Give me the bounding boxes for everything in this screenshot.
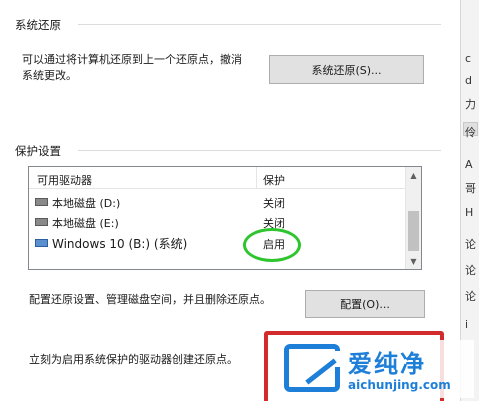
background-char: 伶 — [465, 126, 476, 139]
drive-protection-status: 关闭 — [263, 197, 285, 210]
drive-list[interactable]: 可用驱动器 保护 本地磁盘 (D:) 关闭 本地磁盘 (E:) 关闭 Windo… — [28, 166, 422, 270]
column-header-drives[interactable]: 可用驱动器 — [37, 172, 92, 188]
watermark-title: 爱纯净 — [348, 350, 426, 378]
background-char: d — [465, 74, 472, 87]
protection-settings-group-line — [78, 150, 441, 151]
background-char: 论 — [465, 264, 476, 277]
system-restore-group-title: 系统还原 — [15, 18, 61, 32]
system-restore-description-line2: 系统更改。 — [22, 69, 77, 82]
background-char: 论 — [465, 290, 476, 303]
column-header-separator[interactable] — [256, 167, 257, 189]
system-restore-button[interactable]: 系统还原(S)... — [269, 55, 424, 84]
scroll-up-icon[interactable]: ▲ — [406, 167, 421, 183]
background-char: 哥 — [465, 182, 476, 195]
system-drive-icon — [35, 239, 48, 247]
drive-name: 本地磁盘 (D:) — [52, 197, 121, 210]
hard-drive-icon — [35, 198, 48, 206]
system-restore-description-line1: 可以通过将计算机还原到上一个还原点，撤消 — [22, 53, 242, 66]
drive-name: 本地磁盘 (E:) — [52, 217, 119, 230]
background-char: c — [465, 52, 472, 65]
background-char: 论 — [465, 238, 476, 251]
watermark-url: aichunjing.com — [348, 378, 451, 392]
drive-name: Windows 10 (B:) (系统) — [52, 237, 188, 251]
background-char: 力 — [465, 98, 476, 111]
hard-drive-icon — [35, 218, 48, 226]
background-char: A — [465, 158, 473, 171]
scroll-thumb[interactable] — [408, 211, 419, 251]
column-header-protection[interactable]: 保护 — [263, 172, 285, 188]
highlight-circle-annotation — [243, 228, 301, 262]
background-char: H — [465, 206, 474, 219]
background-char: i — [465, 318, 469, 331]
create-restore-point-description: 立刻为启用系统保护的驱动器创建还原点。 — [29, 353, 238, 366]
drive-list-scrollbar[interactable]: ▲ ▼ — [405, 167, 421, 269]
scroll-down-icon[interactable]: ▼ — [406, 253, 421, 269]
system-restore-description: 可以通过将计算机还原到上一个还原点，撤消 系统更改。 — [22, 52, 242, 84]
watermark-logo-icon — [284, 344, 345, 392]
drive-row-system[interactable]: Windows 10 (B:) (系统) 启用 — [29, 233, 407, 253]
drive-row-e[interactable]: 本地磁盘 (E:) 关闭 — [29, 212, 407, 232]
drive-list-header: 可用驱动器 保护 — [29, 167, 407, 189]
system-restore-group-line — [78, 24, 441, 25]
protection-settings-group-title: 保护设置 — [15, 144, 61, 158]
watermark: 爱纯净 aichunjing.com — [278, 340, 474, 398]
watermark-logo-slash — [305, 358, 337, 385]
drive-row-d[interactable]: 本地磁盘 (D:) 关闭 — [29, 192, 407, 212]
configure-button[interactable]: 配置(O)... — [305, 290, 425, 318]
configure-description: 配置还原设置、管理磁盘空间，并且删除还原点。 — [29, 293, 271, 306]
